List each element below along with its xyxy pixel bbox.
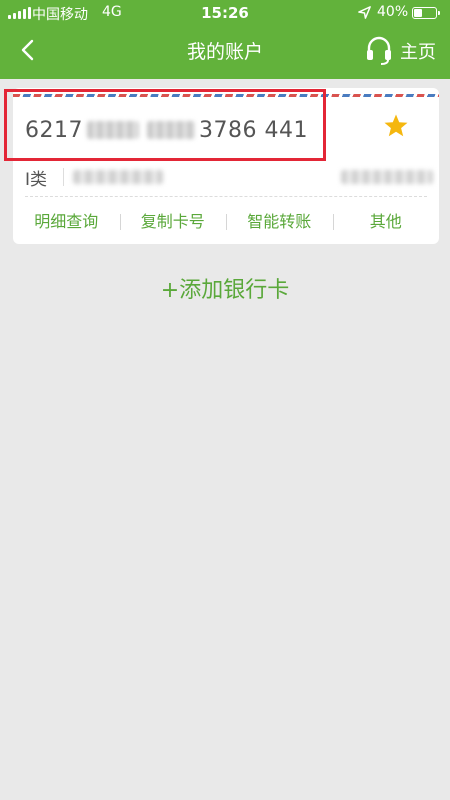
- chevron-left-icon: [21, 39, 34, 61]
- add-bank-card-button[interactable]: +添加银行卡: [0, 272, 450, 304]
- location-arrow-icon: [358, 6, 371, 19]
- masked-digits: [147, 121, 195, 139]
- card-number: 6217 3786 441: [25, 114, 308, 146]
- copy-card-number-button[interactable]: 复制卡号: [119, 208, 227, 236]
- battery-fill: [414, 9, 423, 17]
- card-number-prefix: 6217: [25, 117, 83, 143]
- bank-card[interactable]: 6217 3786 441 I类 明细查询 复制卡号 智能转账 其他: [13, 88, 439, 244]
- divider: [63, 168, 64, 186]
- star-icon[interactable]: [382, 112, 410, 140]
- divider: [25, 196, 427, 197]
- masked-branch-info: [341, 170, 433, 184]
- masked-account-name: [73, 170, 163, 184]
- masked-digits: [87, 121, 139, 139]
- battery-percent: 40%: [377, 4, 409, 20]
- status-bar: 中国移动 4G 15:26 40%: [0, 0, 450, 26]
- back-button[interactable]: [12, 34, 46, 66]
- card-actions: 明细查询 复制卡号 智能转账 其他: [13, 208, 439, 236]
- headset-icon[interactable]: [364, 33, 394, 65]
- app-header: 中国移动 4G 15:26 40% 我的账户 主页: [0, 0, 450, 79]
- smart-transfer-button[interactable]: 智能转账: [226, 208, 333, 236]
- more-button[interactable]: 其他: [332, 208, 440, 236]
- airmail-border: [13, 94, 439, 97]
- detail-query-button[interactable]: 明细查询: [13, 208, 120, 236]
- battery-icon: [412, 7, 440, 19]
- account-type-label: I类: [25, 170, 48, 190]
- home-link[interactable]: 主页: [400, 38, 436, 64]
- card-number-suffix: 3786 441: [199, 117, 308, 143]
